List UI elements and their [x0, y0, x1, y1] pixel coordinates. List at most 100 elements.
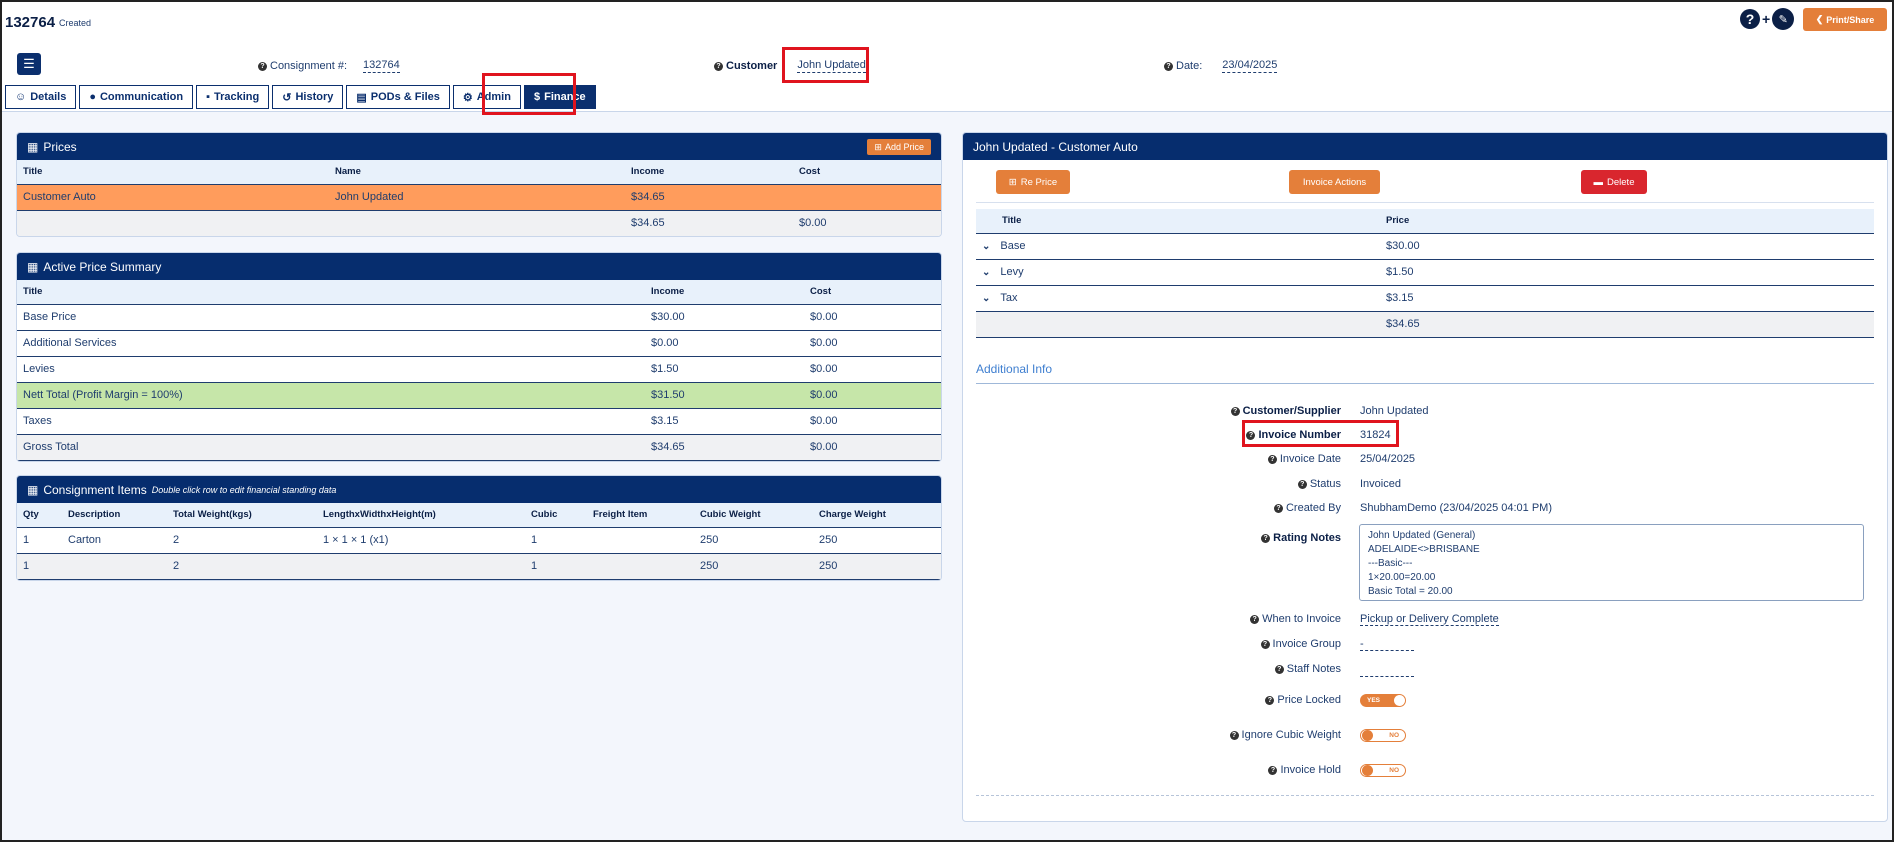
- when-to-invoice-value[interactable]: Pickup or Delivery Complete: [1360, 613, 1499, 626]
- price-locked-toggle[interactable]: YES: [1360, 694, 1406, 707]
- price-breakdown-table: Title Price ⌄ Base $30.00 ⌄ Levy $1.50 ⌄ Ta…: [976, 209, 1874, 338]
- share-icon: ❮: [1815, 14, 1824, 24]
- tag-icon[interactable]: ✎: [1772, 8, 1795, 30]
- column-header: Cubic Weight: [694, 503, 813, 528]
- column-header: Cost: [793, 160, 941, 185]
- invoice-hold-toggle[interactable]: NO: [1360, 764, 1406, 777]
- chevron-down-icon[interactable]: ⌄: [982, 267, 990, 278]
- help-icon: ?: [1164, 61, 1173, 71]
- items-title: Consignment Items: [43, 482, 147, 497]
- print-share-button[interactable]: ❮ Print/Share: [1803, 8, 1887, 31]
- re-price-button[interactable]: ⊞ Re Price: [996, 170, 1070, 194]
- active-price-summary-panel: ▦ Active Price Summary Title Income Cost…: [16, 252, 942, 462]
- table-row[interactable]: 1 Carton 2 1 × 1 × 1 (x1) 1 250 250: [17, 527, 941, 554]
- invoice-actions-button[interactable]: Invoice Actions: [1289, 170, 1380, 194]
- date-label: Date:: [1176, 60, 1203, 72]
- tab-communication[interactable]: ● Communication: [79, 85, 194, 109]
- column-header: Title: [17, 160, 329, 185]
- help-icon: ?: [1297, 479, 1307, 489]
- delete-button[interactable]: ▬ Delete: [1581, 170, 1647, 194]
- customer-supplier-value: John Updated: [1360, 405, 1429, 417]
- invoice-group-value[interactable]: -: [1360, 638, 1414, 651]
- toggle-knob: [1362, 730, 1373, 741]
- staff-notes-label: ? Staff Notes: [1152, 663, 1341, 675]
- help-icon: ?: [1229, 730, 1239, 740]
- detail-header: John Updated - Customer Auto: [963, 133, 1887, 160]
- minus-icon: ▬: [1593, 176, 1604, 188]
- column-header: Title: [17, 280, 645, 305]
- column-header: Income: [645, 280, 804, 305]
- invoice-group-label: ? Invoice Group: [1152, 638, 1341, 650]
- column-header: Freight Item: [587, 503, 694, 528]
- file-icon: ▤: [356, 91, 367, 104]
- column-header: Cubic: [525, 503, 587, 528]
- table-row[interactable]: ⌄ Levy $1.50: [976, 259, 1874, 286]
- column-header: Total Weight(kgs): [167, 503, 317, 528]
- table-row: Taxes $3.15 $0.00: [17, 408, 941, 435]
- created-by-value: ShubhamDemo (23/04/2025 04:01 PM): [1360, 502, 1553, 514]
- column-header: Title: [976, 209, 1380, 234]
- staff-notes-value[interactable]: [1360, 663, 1414, 677]
- toggle-knob: [1394, 695, 1405, 706]
- add-price-button[interactable]: ⊞ Add Price: [867, 139, 931, 155]
- tab-details[interactable]: ☺ Details: [5, 85, 77, 109]
- print-share-label: Print/Share: [1826, 14, 1875, 25]
- toggle-state: NO: [1389, 732, 1399, 739]
- ignore-cubic-weight-toggle[interactable]: NO: [1360, 729, 1406, 742]
- consignment-id: 132764: [5, 14, 56, 31]
- add-price-label: Add Price: [884, 142, 924, 152]
- status-label: ? Status: [1152, 478, 1341, 490]
- toggle-state: NO: [1389, 767, 1399, 774]
- table-row[interactable]: ⌄ Tax $3.15: [976, 285, 1874, 312]
- table-row: $34.65 $0.00: [17, 210, 941, 236]
- tab-pods-files[interactable]: ▤ PODs & Files: [346, 85, 450, 109]
- invoice-actions-label: Invoice Actions: [1302, 176, 1367, 188]
- plus-square-icon: ⊞: [874, 141, 882, 152]
- date-value[interactable]: 23/04/2025: [1222, 59, 1278, 73]
- table-row[interactable]: ⌄ Base $30.00: [976, 233, 1874, 260]
- status-value: Invoiced: [1360, 478, 1401, 490]
- plus-square-icon: ⊞: [1008, 176, 1017, 188]
- invoice-hold-label: ? Invoice Hold: [1152, 764, 1341, 776]
- table-icon: ▦: [27, 482, 39, 497]
- chevron-down-icon[interactable]: ⌄: [982, 241, 990, 252]
- prices-table: Title Name Income Cost Customer Auto Joh…: [17, 160, 941, 236]
- top-bar: 132764 Created ? + ✎ ❮ Print/Share ☰ ? C…: [2, 2, 1892, 115]
- help-icon: ?: [1230, 406, 1240, 416]
- menu-button[interactable]: ☰: [17, 53, 41, 75]
- tab-tracking[interactable]: ▪ Tracking: [196, 85, 270, 109]
- hamburger-icon: ☰: [23, 56, 35, 71]
- detail-title: John Updated - Customer Auto: [973, 139, 1138, 154]
- price-locked-label: ? Price Locked: [1152, 694, 1341, 706]
- items-table: Qty Description Total Weight(kgs) Length…: [17, 503, 941, 580]
- rating-notes-textarea[interactable]: John Updated (General) ADELAIDE<>BRISBAN…: [1359, 524, 1864, 601]
- consignment-number-value[interactable]: 132764: [363, 59, 400, 73]
- truck-icon: ▪: [206, 91, 210, 103]
- table-row[interactable]: Customer Auto John Updated $34.65: [17, 184, 941, 211]
- customer-highlight-box: [782, 47, 869, 83]
- items-header: ▦ Consignment Items Double click row to …: [17, 476, 941, 503]
- summary-header: ▦ Active Price Summary: [17, 253, 941, 280]
- plus-icon: +: [1762, 11, 1771, 27]
- invoice-date-value: 25/04/2025: [1360, 453, 1416, 465]
- invoice-date-label: ? Invoice Date: [1152, 453, 1341, 465]
- date-field: ? Date: 23/04/2025: [1164, 59, 1278, 73]
- table-row: 1 2 1 250 250: [17, 553, 941, 580]
- customer-supplier-label: ? Customer/Supplier: [1152, 405, 1341, 417]
- help-icon[interactable]: ?: [1740, 9, 1760, 29]
- tab-history[interactable]: ↺ History: [272, 85, 344, 109]
- divider: [976, 202, 1874, 203]
- prices-title: Prices: [43, 139, 77, 154]
- help-icon: ?: [1267, 454, 1277, 464]
- chevron-down-icon[interactable]: ⌄: [982, 293, 990, 304]
- column-header: Charge Weight: [813, 503, 941, 528]
- summary-table: Title Income Cost Base Price $30.00 $0.0…: [17, 280, 941, 461]
- prices-header: ▦ Prices ⊞ Add Price: [17, 133, 941, 160]
- created-by-label: ? Created By: [1152, 502, 1341, 514]
- when-to-invoice-label: ? When to Invoice: [1152, 613, 1341, 625]
- consignment-items-panel: ▦ Consignment Items Double click row to …: [16, 475, 942, 581]
- invoice-number-highlight-box: [1242, 420, 1399, 447]
- table-row: Additional Services $0.00 $0.00: [17, 330, 941, 357]
- help-icon: ?: [1274, 664, 1284, 674]
- comment-icon: ●: [89, 91, 96, 103]
